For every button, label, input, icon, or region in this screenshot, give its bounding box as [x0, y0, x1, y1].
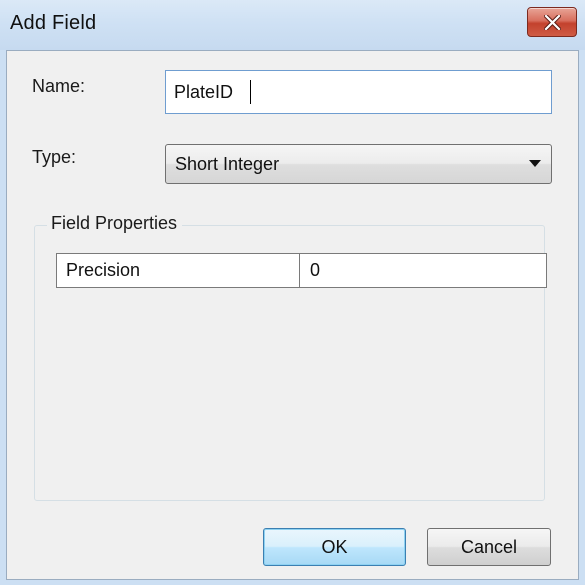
title-bar[interactable]: Add Field — [0, 0, 585, 50]
type-select-value: Short Integer — [175, 154, 280, 174]
name-input[interactable] — [165, 70, 552, 114]
property-name-cell[interactable]: Precision — [57, 254, 300, 287]
close-button[interactable] — [527, 7, 577, 37]
property-value: 0 — [310, 260, 321, 280]
add-field-dialog: Add Field Name: Type: Short Integer Fiel… — [0, 0, 585, 585]
chevron-down-icon — [529, 160, 541, 167]
close-icon — [544, 15, 561, 30]
ok-button[interactable]: OK — [263, 528, 406, 566]
type-label: Type: — [32, 147, 77, 167]
text-caret — [250, 80, 251, 104]
field-properties-legend: Field Properties — [47, 213, 183, 234]
dialog-body: Name: Type: Short Integer Field Properti… — [6, 50, 579, 580]
property-name-label: Precision — [66, 260, 141, 280]
cancel-button[interactable]: Cancel — [427, 528, 551, 566]
type-select[interactable]: Short Integer — [165, 144, 552, 184]
name-label: Name: — [32, 76, 86, 96]
property-value-cell[interactable]: 0 — [301, 254, 546, 287]
window-title: Add Field — [10, 12, 97, 34]
properties-grid: Precision 0 — [56, 253, 547, 288]
